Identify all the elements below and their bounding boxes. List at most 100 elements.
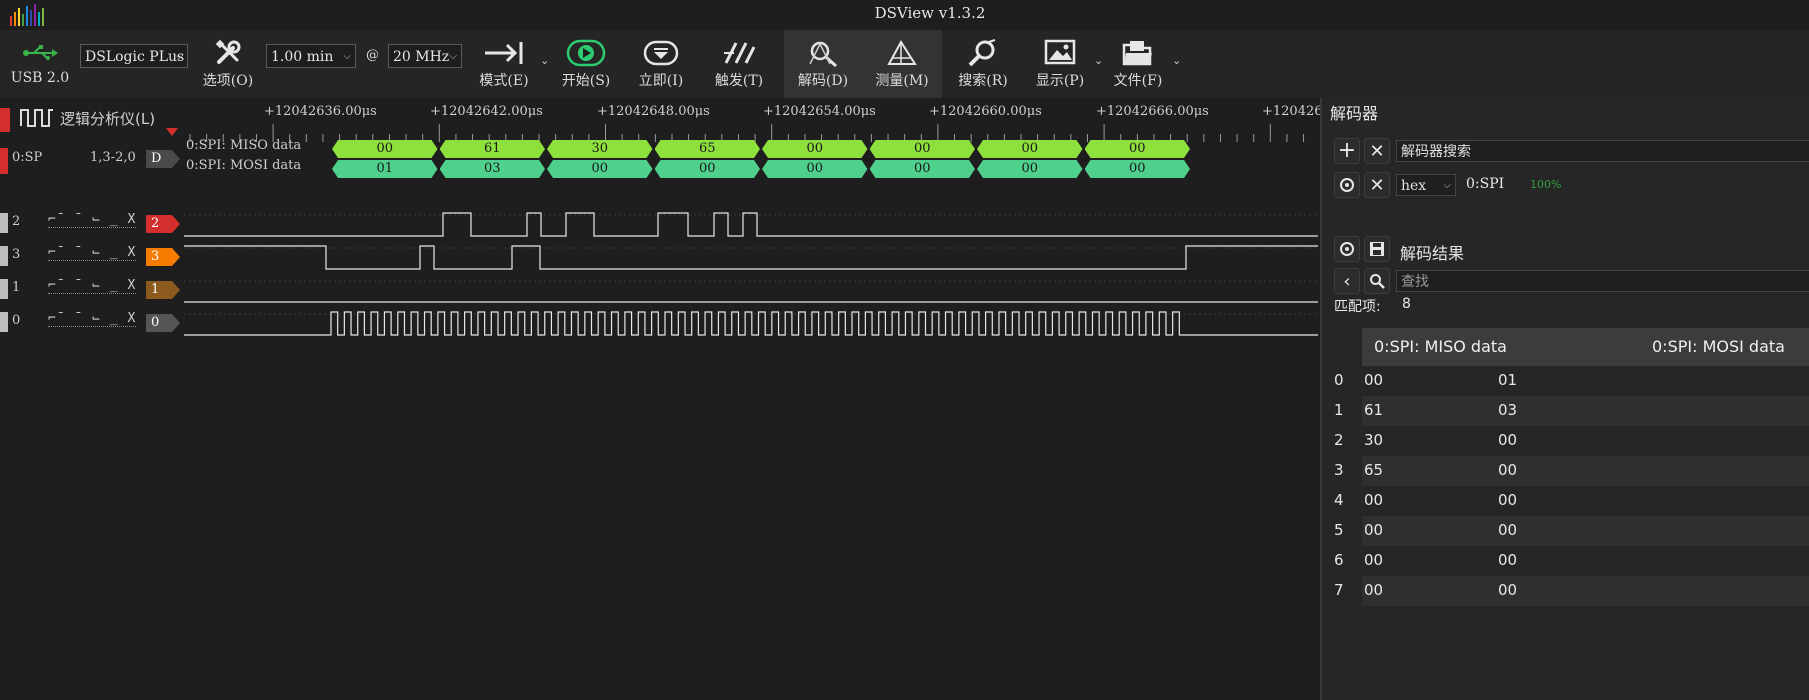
results-table: 0 00 01 1 61 03 2 30 00 3 65 00 4 00 00 5 00 00 6 00 00 7 00 00 [1322, 366, 1809, 606]
table-row[interactable]: 1 61 03 [1334, 396, 1809, 426]
row-index: 0 [1334, 371, 1344, 389]
mosi-cell: 01 [1498, 371, 1518, 389]
usb-status[interactable]: USB 2.0 [8, 30, 72, 98]
chevron-down-icon: ⌵ [449, 51, 457, 62]
at-sign: @ [366, 48, 379, 63]
mosi-cell: 00 [1498, 581, 1518, 599]
miso-cell: 00 [1364, 371, 1384, 389]
table-row[interactable]: 0 00 01 [1334, 366, 1809, 396]
mode-dropdown-icon[interactable]: ⌄ [540, 54, 549, 67]
remove-decoder-button[interactable]: ✕ [1364, 138, 1390, 164]
display-button[interactable]: 显示(P) [1026, 30, 1094, 98]
window-title: DSView v1.3.2 [874, 4, 986, 22]
close-icon: ✕ [1369, 174, 1385, 196]
column-header-miso[interactable]: 0:SPI: MISO data [1374, 337, 1507, 356]
options-label: 选项(O) [202, 73, 254, 89]
plus-icon: + [1337, 138, 1357, 163]
table-row[interactable]: 6 00 00 [1334, 546, 1809, 576]
row-index: 3 [1334, 461, 1344, 479]
gear-icon [1340, 242, 1354, 256]
measure-label: 测量(M) [875, 73, 929, 89]
column-header-mosi[interactable]: 0:SPI: MOSI data [1652, 337, 1785, 356]
channel-0-trace [184, 311, 1318, 336]
table-row[interactable]: 7 00 00 [1334, 576, 1809, 606]
decoder-search-input[interactable]: 解码器搜索 [1396, 140, 1809, 162]
mosi-cell: 03 [1498, 401, 1518, 419]
format-select[interactable]: hex ⌵ [1396, 174, 1456, 196]
mosi-cell: 00 [1498, 461, 1518, 479]
row-index: 7 [1334, 581, 1344, 599]
mode-button[interactable]: 模式(E) [470, 30, 538, 98]
duration-select-value: 1.00 min [271, 49, 334, 65]
device-select[interactable]: DSLogic PLus ⌵ [80, 44, 188, 68]
search-icon [968, 39, 996, 67]
trigger-icon [724, 42, 756, 64]
gear-icon [1340, 178, 1354, 192]
table-row[interactable]: 5 00 00 [1334, 516, 1809, 546]
delete-decoder-button[interactable]: ✕ [1364, 172, 1390, 198]
options-button[interactable]: 选项(O) [196, 30, 260, 98]
add-decoder-button[interactable]: + [1334, 138, 1360, 164]
mosi-cell: 00 [1498, 521, 1518, 539]
play-icon [566, 39, 606, 67]
table-row[interactable]: 3 65 00 [1334, 456, 1809, 486]
row-index: 2 [1334, 431, 1344, 449]
miso-cell: 00 [1364, 521, 1384, 539]
device-select-value: DSLogic PLus [85, 49, 185, 65]
find-input[interactable]: 查找 [1396, 270, 1809, 292]
decode-label: 解码(D) [797, 73, 849, 89]
trigger-label: 触发(T) [714, 73, 764, 89]
search-label: 搜索(R) [958, 73, 1008, 89]
title-bar: DSView v1.3.2 [0, 0, 1809, 30]
decode-button[interactable]: 解码(D) [784, 30, 862, 98]
search-button[interactable]: 搜索(R) [950, 30, 1016, 98]
chevron-down-icon: ⌵ [175, 51, 183, 62]
row-index: 6 [1334, 551, 1344, 569]
mode-label: 模式(E) [479, 73, 529, 89]
instant-button[interactable]: 立即(I) [626, 30, 696, 98]
decoder-panel-title: 解码器 [1330, 104, 1379, 123]
instant-label: 立即(I) [638, 73, 684, 89]
start-button[interactable]: 开始(S) [550, 30, 622, 98]
usb-label: USB 2.0 [10, 70, 70, 86]
file-dropdown-icon[interactable]: ⌄ [1172, 54, 1181, 67]
miso-cell: 61 [1364, 401, 1384, 419]
mosi-cell: 00 [1498, 551, 1518, 569]
results-settings-button[interactable] [1334, 236, 1360, 262]
duration-select[interactable]: 1.00 min ⌵ [266, 44, 356, 68]
samplerate-select-value: 20 MHz [393, 49, 450, 65]
search-icon [1370, 274, 1385, 289]
instant-capture-icon [643, 40, 679, 66]
row-index: 1 [1334, 401, 1344, 419]
decoder-name: 0:SPI [1466, 176, 1505, 192]
tools-icon [215, 39, 241, 64]
decoder-progress: 100% [1530, 178, 1562, 191]
find-button[interactable] [1364, 268, 1390, 294]
back-button[interactable]: ‹ [1334, 268, 1360, 294]
decoder-settings-button[interactable] [1334, 172, 1360, 198]
row-index: 5 [1334, 521, 1344, 539]
channel-2-trace [184, 212, 1318, 237]
file-button[interactable]: 文件(F) [1104, 30, 1172, 98]
waveform-canvas[interactable] [0, 98, 1320, 700]
match-count: 8 [1402, 296, 1411, 312]
results-title: 解码结果 [1400, 244, 1465, 263]
miso-cell: 00 [1364, 581, 1384, 599]
results-header: 0:SPI: MISO data 0:SPI: MOSI data [1362, 328, 1809, 366]
chevron-down-icon: ⌵ [1443, 180, 1451, 191]
file-label: 文件(F) [1113, 73, 1163, 89]
table-row[interactable]: 2 30 00 [1334, 426, 1809, 456]
trigger-button[interactable]: 触发(T) [704, 30, 774, 98]
main-toolbar: USB 2.0 DSLogic PLus ⌵ 选项(O) 1.00 min ⌵ … [0, 30, 1809, 98]
match-label: 匹配项: [1334, 299, 1381, 315]
arrow-to-bar-icon [485, 42, 523, 64]
samplerate-select[interactable]: 20 MHz ⌵ [388, 44, 462, 68]
mosi-cell: 00 [1498, 431, 1518, 449]
save-results-button[interactable] [1364, 236, 1390, 262]
folder-icon [1122, 41, 1152, 66]
display-dropdown-icon[interactable]: ⌄ [1094, 54, 1103, 67]
measure-button[interactable]: 测量(M) [862, 30, 942, 98]
chevron-down-icon: ⌵ [343, 51, 351, 62]
close-icon: ✕ [1369, 140, 1385, 162]
table-row[interactable]: 4 00 00 [1334, 486, 1809, 516]
